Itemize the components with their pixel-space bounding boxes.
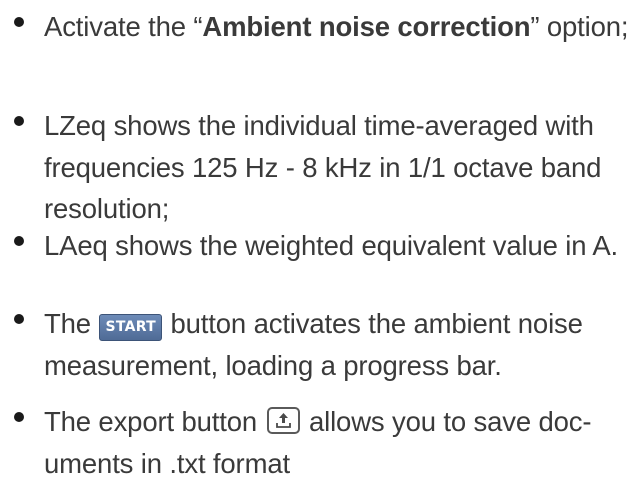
export-icon (275, 413, 291, 428)
list-item-text: The START button activates the ambient n… (44, 303, 629, 386)
item-text-post: ” option; (530, 11, 629, 42)
option-name: Ambient noise correction (202, 11, 531, 42)
item-text-pre: The export button (44, 406, 265, 437)
list-item-text: Activate the “Ambient noise correction” … (44, 6, 629, 48)
bullet-icon (14, 236, 24, 246)
list-item-text: The export button allows you to save doc… (44, 401, 629, 484)
bullet-icon (14, 314, 24, 324)
bullet-icon (14, 412, 24, 422)
document-page: Activate the “Ambient noise correction” … (0, 0, 630, 501)
bullet-icon (14, 116, 24, 126)
export-button[interactable] (266, 407, 300, 434)
bullet-icon (14, 17, 24, 27)
item-text-pre: Activate the “ (44, 11, 203, 42)
start-button[interactable]: START (99, 314, 163, 341)
item-text-pre: The (44, 308, 99, 339)
list-item-text: LAeq shows the weighted equivalent value… (44, 230, 619, 261)
list-item-text: LZeq shows the individual time-averaged … (44, 110, 602, 224)
